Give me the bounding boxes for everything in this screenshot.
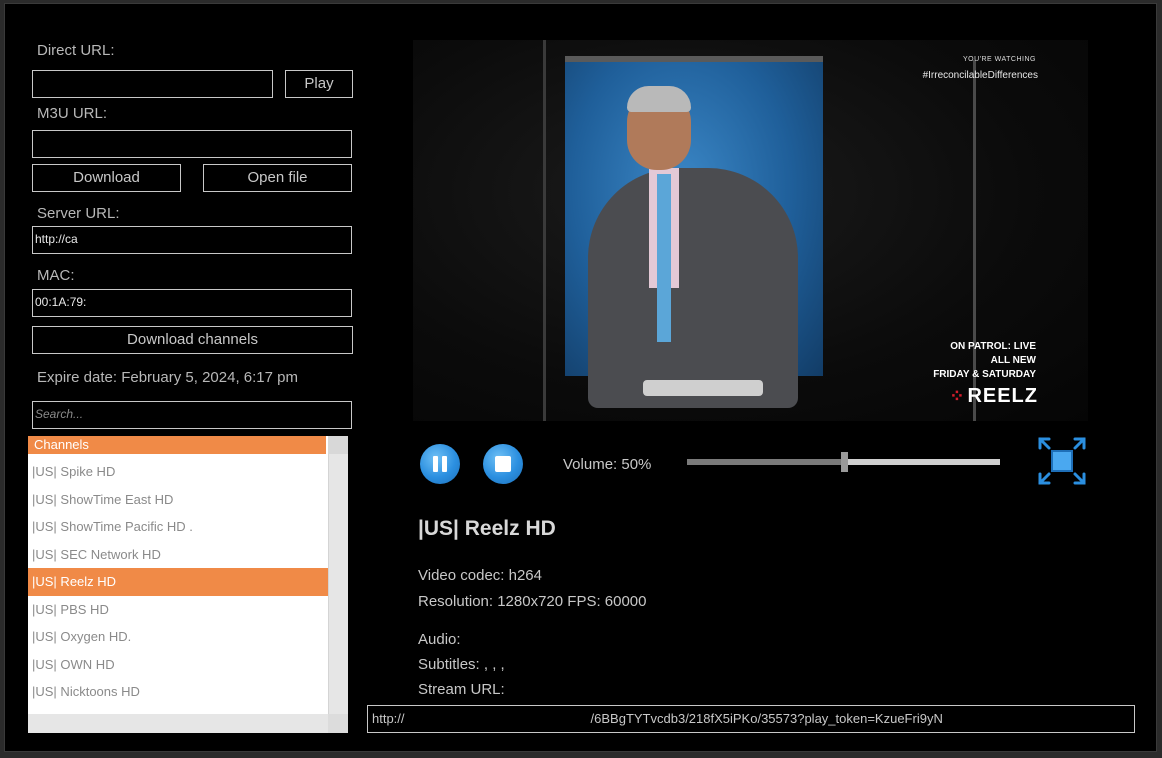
search-input[interactable]: Search...: [32, 401, 352, 429]
audio-text: Audio:: [418, 631, 461, 648]
pause-icon: [433, 456, 438, 472]
promo-line-1: ON PATROL: LIVE: [950, 341, 1036, 352]
direct-url-input[interactable]: [32, 70, 273, 98]
horizontal-scrollbar[interactable]: [28, 714, 328, 733]
scrollbar-corner: [328, 714, 348, 733]
stream-url-field[interactable]: http:// /6BBgTYTvcdb3/218fX5iPKo/35573?pl…: [367, 705, 1135, 733]
volume-label: Volume: 50%: [563, 456, 652, 473]
play-button[interactable]: Play: [285, 70, 353, 98]
stream-url-start: http://: [372, 711, 405, 726]
channel-item[interactable]: |US| Spike HD: [28, 458, 328, 486]
pause-button[interactable]: [420, 444, 460, 484]
scrollbar-thumb[interactable]: [328, 436, 348, 454]
channel-item[interactable]: |US| ShowTime Pacific HD .: [28, 513, 328, 541]
stop-icon: [495, 456, 511, 472]
download-button[interactable]: Download: [32, 164, 181, 192]
resolution-text: Resolution: 1280x720 FPS: 60000: [418, 593, 647, 610]
presenter-hair: [627, 86, 691, 112]
channel-items: |US| Spike HD |US| ShowTime East HD |US|…: [28, 458, 328, 706]
server-url-input[interactable]: http://ca: [32, 226, 352, 254]
current-channel-title: |US| Reelz HD: [418, 517, 556, 540]
fullscreen-icon: [1038, 437, 1086, 485]
channel-item[interactable]: |US| OWN HD: [28, 651, 328, 679]
channel-item[interactable]: |US| ShowTime East HD: [28, 486, 328, 514]
volume-slider[interactable]: [687, 452, 1000, 472]
channel-item[interactable]: |US| SEC Network HD: [28, 541, 328, 569]
presenter-tie: [657, 174, 671, 342]
mac-input[interactable]: 00:1A:79:: [32, 289, 352, 317]
server-url-label: Server URL:: [37, 205, 120, 222]
video-codec-text: Video codec: h264: [418, 567, 542, 584]
mac-label: MAC:: [37, 267, 75, 284]
watching-label: YOU'RE WATCHING: [962, 56, 1036, 63]
volume-slider-thumb[interactable]: [840, 452, 848, 472]
stool: [643, 380, 763, 396]
channel-item-selected[interactable]: |US| Reelz HD: [28, 568, 328, 596]
channel-item[interactable]: |US| PBS HD: [28, 596, 328, 624]
channel-item[interactable]: |US| Nicktoons HD: [28, 678, 328, 706]
subtitles-text: Subtitles: , , ,: [418, 656, 505, 673]
channel-list[interactable]: Channels |US| Spike HD |US| ShowTime Eas…: [28, 436, 348, 733]
open-file-button[interactable]: Open file: [203, 164, 352, 192]
light-stand: [543, 40, 546, 421]
logo-text: REELZ: [967, 385, 1038, 407]
volume-slider-fill: [687, 459, 844, 465]
pause-icon: [442, 456, 447, 472]
m3u-url-label: M3U URL:: [37, 105, 108, 122]
presenter-body: [588, 168, 798, 408]
show-hashtag: #IrreconcilableDifferences: [922, 70, 1038, 81]
expire-date-text: Expire date: February 5, 2024, 6:17 pm: [37, 369, 298, 386]
promo-line-3: FRIDAY & SATURDAY: [933, 369, 1036, 380]
channel-logo: ⁘ REELZ: [949, 385, 1038, 408]
fullscreen-button[interactable]: [1036, 435, 1088, 487]
stop-button[interactable]: [483, 444, 523, 484]
channel-item[interactable]: |US| Oxygen HD.: [28, 623, 328, 651]
promo-line-2: ALL NEW: [990, 355, 1036, 366]
promo-text: ON PATROL: LIVE ALL NEW FRIDAY & SATURDA…: [933, 340, 1036, 382]
m3u-url-input[interactable]: [32, 130, 352, 158]
direct-url-label: Direct URL:: [37, 42, 115, 59]
vertical-scrollbar[interactable]: [328, 436, 348, 714]
logo-dots-icon: ⁘: [949, 386, 966, 406]
video-frame[interactable]: YOU'RE WATCHING #IrreconcilableDifferenc…: [413, 40, 1088, 421]
channel-list-header[interactable]: Channels: [28, 436, 326, 454]
download-channels-button[interactable]: Download channels: [32, 326, 353, 354]
stream-url-label: Stream URL:: [418, 681, 505, 698]
stream-url-end: /6BBgTYTvcdb3/218fX5iPKo/35573?play_toke…: [590, 711, 943, 726]
